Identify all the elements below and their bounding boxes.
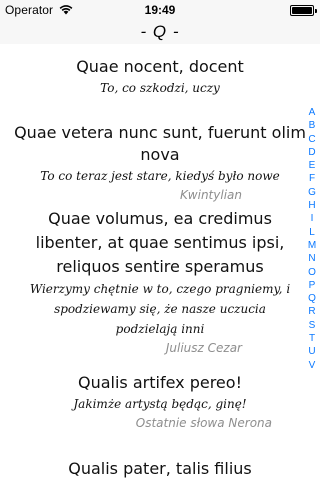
quote-author: Kwintylian [179, 188, 242, 202]
quote-author: Ostatnie słowa Nerona [135, 416, 272, 430]
index-letter-m[interactable]: M [306, 239, 318, 252]
quote-translation: Wierzymy chętnie w to, czego pragniemy, … [29, 282, 291, 336]
index-letter-u[interactable]: U [306, 345, 318, 358]
battery-icon [290, 5, 317, 16]
index-letter-d[interactable]: D [306, 146, 318, 159]
index-letter-e[interactable]: E [306, 159, 318, 172]
quote-latin: Quae nocent, docent [76, 57, 244, 76]
quote-item[interactable]: Qualis artifex pereo! Jakimże artystą bę… [0, 372, 320, 432]
index-letter-i[interactable]: I [306, 212, 318, 225]
quote-translation: Jakimże artystą będąc, ginę! [73, 397, 247, 411]
index-letter-a[interactable]: A [306, 106, 318, 119]
index-letter-b[interactable]: B [306, 119, 318, 132]
quote-translation: To co teraz jest stare, kiedyś było nowe [40, 169, 280, 183]
index-letter-f[interactable]: F [306, 172, 318, 185]
top-bar: Operator 19:49 - Q - [0, 0, 320, 44]
quote-latin: Qualis artifex pereo! [78, 373, 242, 392]
index-letter-p[interactable]: P [306, 279, 318, 292]
quote-item[interactable]: Quae volumus, ea credimus libenter, at q… [0, 207, 320, 357]
index-letter-q[interactable]: Q [306, 292, 318, 305]
quote-author: Juliusz Cezar [165, 341, 242, 355]
index-letter-s[interactable]: S [306, 319, 318, 332]
quote-item[interactable]: Quae nocent, docent To, co szkodzi, uczy [0, 56, 320, 98]
page-title: - Q - [140, 22, 180, 41]
index-letter-r[interactable]: R [306, 305, 318, 318]
quote-latin: Quae vetera nunc sunt, fuerunt olim nova [14, 123, 306, 164]
index-letter-h[interactable]: H [306, 199, 318, 212]
index-letter-v[interactable]: V [306, 359, 318, 372]
status-bar: Operator 19:49 [0, 0, 320, 20]
app-screen: Operator 19:49 - Q - Quae nocent, docent… [0, 0, 320, 480]
section-index[interactable]: A B C D E F G H I L M N O P Q R S T U V [306, 106, 318, 372]
index-letter-l[interactable]: L [306, 226, 318, 239]
quote-item[interactable]: Quae vetera nunc sunt, fuerunt olim nova… [0, 122, 320, 204]
index-letter-c[interactable]: C [306, 133, 318, 146]
index-letter-n[interactable]: N [306, 252, 318, 265]
quote-latin: Qualis pater, talis filius [68, 459, 252, 478]
index-letter-o[interactable]: O [306, 266, 318, 279]
quote-item[interactable]: Qualis pater, talis filius [0, 458, 320, 480]
quote-list[interactable]: Quae nocent, docent To, co szkodzi, uczy… [0, 44, 320, 480]
status-time: 19:49 [144, 3, 176, 17]
quote-latin: Quae volumus, ea credimus libenter, at q… [35, 209, 285, 276]
index-letter-t[interactable]: T [306, 332, 318, 345]
quote-translation: To, co szkodzi, uczy [100, 81, 220, 95]
index-letter-g[interactable]: G [306, 186, 318, 199]
